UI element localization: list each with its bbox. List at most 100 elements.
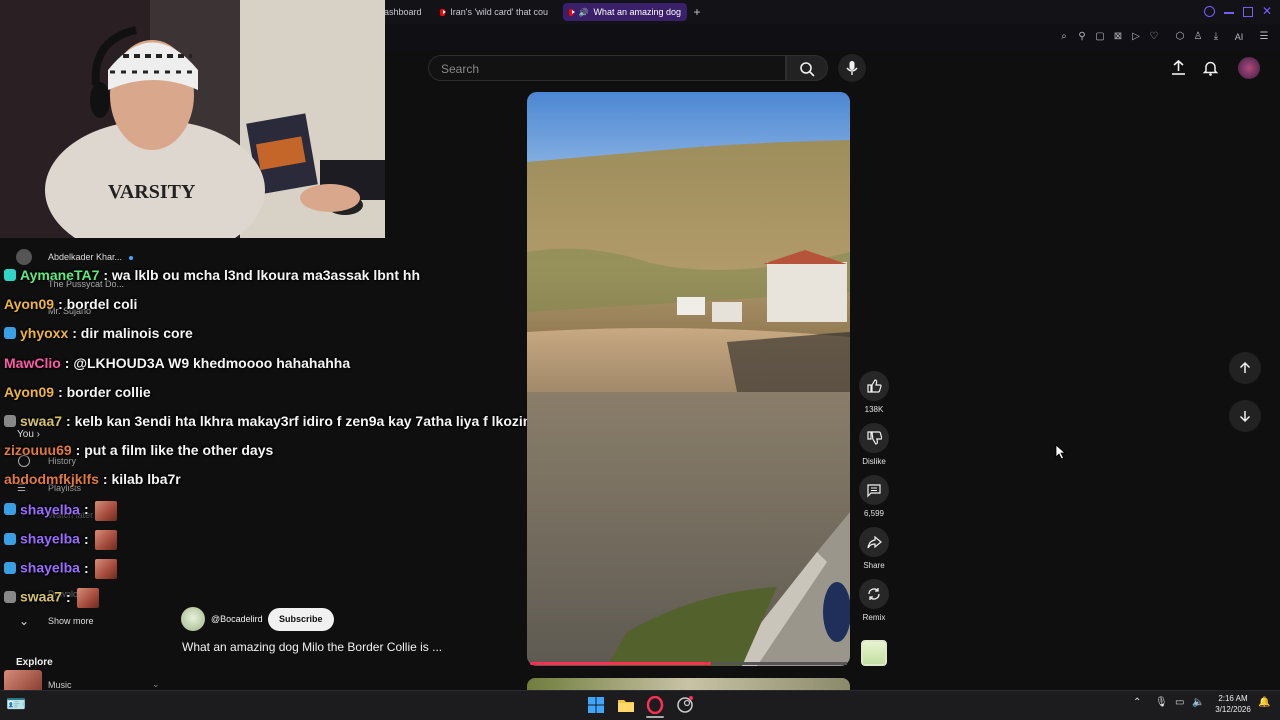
chat-text: : — [83, 559, 89, 576]
thumbs-up-icon — [867, 379, 882, 393]
chat-message: swaa7: kelb kan 3endi hta lkhra makay3rf… — [4, 413, 539, 429]
play-icon[interactable]: ▷ — [1129, 30, 1143, 44]
voice-search-button[interactable] — [838, 54, 866, 82]
chat-username: shayelba — [20, 530, 80, 547]
video-title[interactable]: What an amazing dog Milo the Border Coll… — [182, 640, 442, 654]
chat-text: : kilab lba7r — [102, 471, 181, 488]
channel-name[interactable]: @Bocadelird — [211, 614, 263, 624]
chat-badge-icon — [4, 269, 16, 281]
microphone-icon — [846, 61, 858, 75]
like-count: 138K — [864, 405, 884, 414]
chat-username: swaa7 — [20, 588, 63, 605]
pin-icon[interactable]: ⚲ — [1075, 30, 1089, 44]
chat-badge-icon — [4, 532, 16, 545]
comment-icon — [867, 484, 881, 498]
channel-avatar[interactable] — [181, 607, 205, 631]
video-progress-remaining[interactable] — [711, 662, 847, 665]
subscribe-button[interactable]: Subscribe — [268, 608, 334, 631]
thumbs-down-icon — [867, 431, 882, 445]
upload-icon[interactable] — [1170, 59, 1187, 76]
chat-text: : wa lklb ou mcha l3nd lkoura ma3assak l… — [103, 267, 420, 283]
emote-overlay: 🪪 — [6, 694, 26, 713]
tray-chevron-icon[interactable]: ⌃ — [1133, 697, 1141, 708]
like-button[interactable] — [859, 371, 889, 401]
minimize-icon[interactable] — [1224, 12, 1234, 14]
chat-emote — [76, 588, 99, 609]
chat-username: shayelba — [20, 501, 80, 518]
next-short-button[interactable] — [1229, 400, 1261, 432]
zoom-icon[interactable]: ⌕ — [1057, 30, 1071, 44]
chat-badge-icon — [4, 415, 16, 427]
next-short-preview[interactable] — [527, 678, 850, 690]
chat-username: yhyoxx — [20, 325, 69, 342]
screenshot-icon[interactable]: ▢ — [1093, 30, 1107, 44]
file-explorer-icon[interactable] — [617, 696, 635, 714]
chat-username: swaa7 — [20, 413, 63, 429]
new-tab-button[interactable]: + — [690, 3, 704, 21]
comment-count: 6,599 — [863, 509, 885, 518]
share-label: Share — [863, 561, 885, 570]
opera-gx-icon[interactable] — [646, 696, 664, 714]
explore-heading: Explore — [16, 657, 53, 668]
chat-text: : @LKHOUD3A W9 khedmoooo hahahahha — [64, 354, 351, 371]
chat-overlay: AymaneTA7: wa lklb ou mcha l3nd lkoura m… — [0, 0, 600, 620]
sound-thumbnail[interactable] — [861, 640, 887, 666]
chat-text: : put a film like the other days — [75, 442, 274, 459]
chat-text: : — [66, 588, 71, 605]
steam-icon[interactable] — [676, 696, 694, 714]
windows-start-icon[interactable] — [587, 696, 605, 714]
chat-text: : border collie — [58, 383, 151, 400]
remix-button[interactable] — [859, 579, 889, 609]
chat-message: AymaneTA7: wa lklb ou mcha l3nd lkoura m… — [4, 267, 420, 283]
notifications-tray-icon[interactable]: 🔔 — [1258, 697, 1270, 708]
chat-message: yhyoxx: dir malinois core — [4, 325, 193, 341]
share-button[interactable] — [859, 527, 889, 557]
chevron-down-icon: ⌄ — [152, 679, 160, 689]
search-icon — [800, 62, 815, 77]
ai-button[interactable]: AI — [1228, 30, 1250, 44]
chat-message: shayelba: — [4, 500, 117, 521]
chat-username: zizouuu69 — [4, 442, 72, 459]
taskbar — [0, 690, 1280, 720]
sidebar-item-music[interactable]: Music — [48, 680, 72, 690]
arrow-down-icon — [1239, 411, 1251, 423]
menu-icon[interactable]: ☰ — [1257, 30, 1271, 44]
remix-icon — [868, 588, 880, 600]
search-tabs-icon[interactable] — [1204, 6, 1215, 17]
close-icon[interactable]: ✕ — [1262, 4, 1272, 18]
chat-badge-icon — [4, 327, 16, 340]
active-app-indicator — [646, 716, 664, 718]
system-clock[interactable]: 2:16 AM 3/12/2026 — [1208, 693, 1258, 715]
avatar[interactable] — [1238, 57, 1260, 79]
chat-username: AymaneTA7 — [20, 267, 100, 283]
extensions-icon[interactable]: ⬡ — [1173, 30, 1187, 44]
profile-icon[interactable]: ♙ — [1191, 30, 1205, 44]
chat-message: swaa7: — [4, 588, 99, 609]
chat-username: MawClio — [4, 354, 61, 371]
chat-username: shayelba — [20, 559, 80, 576]
chat-username: Ayon09 — [4, 296, 55, 313]
chat-username: Ayon09 — [4, 383, 55, 400]
restore-icon[interactable] — [1243, 7, 1253, 17]
short-video-player[interactable] — [527, 92, 850, 666]
chat-text: : kelb kan 3endi hta lkhra makay3rf idir… — [66, 413, 540, 429]
comments-button[interactable] — [859, 475, 889, 505]
microphone-tray-icon[interactable]: 🎙 — [1155, 697, 1168, 708]
video-progress-bar[interactable] — [530, 662, 711, 665]
video-frame — [527, 92, 850, 666]
network-icon[interactable]: ▭ — [1175, 697, 1184, 708]
block-icon[interactable]: ⊠ — [1111, 30, 1125, 44]
dislike-button[interactable] — [859, 423, 889, 453]
volume-icon[interactable]: 🔈 — [1192, 697, 1204, 708]
chat-message: shayelba: — [4, 559, 117, 579]
remix-label: Remix — [862, 613, 886, 622]
clock-time: 2:16 AM — [1218, 694, 1248, 703]
heart-icon[interactable]: ♡ — [1147, 30, 1161, 44]
chat-username: abdodmfkjklfs — [4, 471, 99, 488]
chat-badge-icon — [4, 561, 16, 574]
chat-emote — [94, 500, 117, 521]
search-button[interactable] — [786, 55, 828, 81]
notifications-icon[interactable] — [1202, 59, 1219, 76]
download-icon[interactable]: ⤓ — [1209, 30, 1223, 44]
previous-short-button[interactable] — [1229, 352, 1261, 384]
